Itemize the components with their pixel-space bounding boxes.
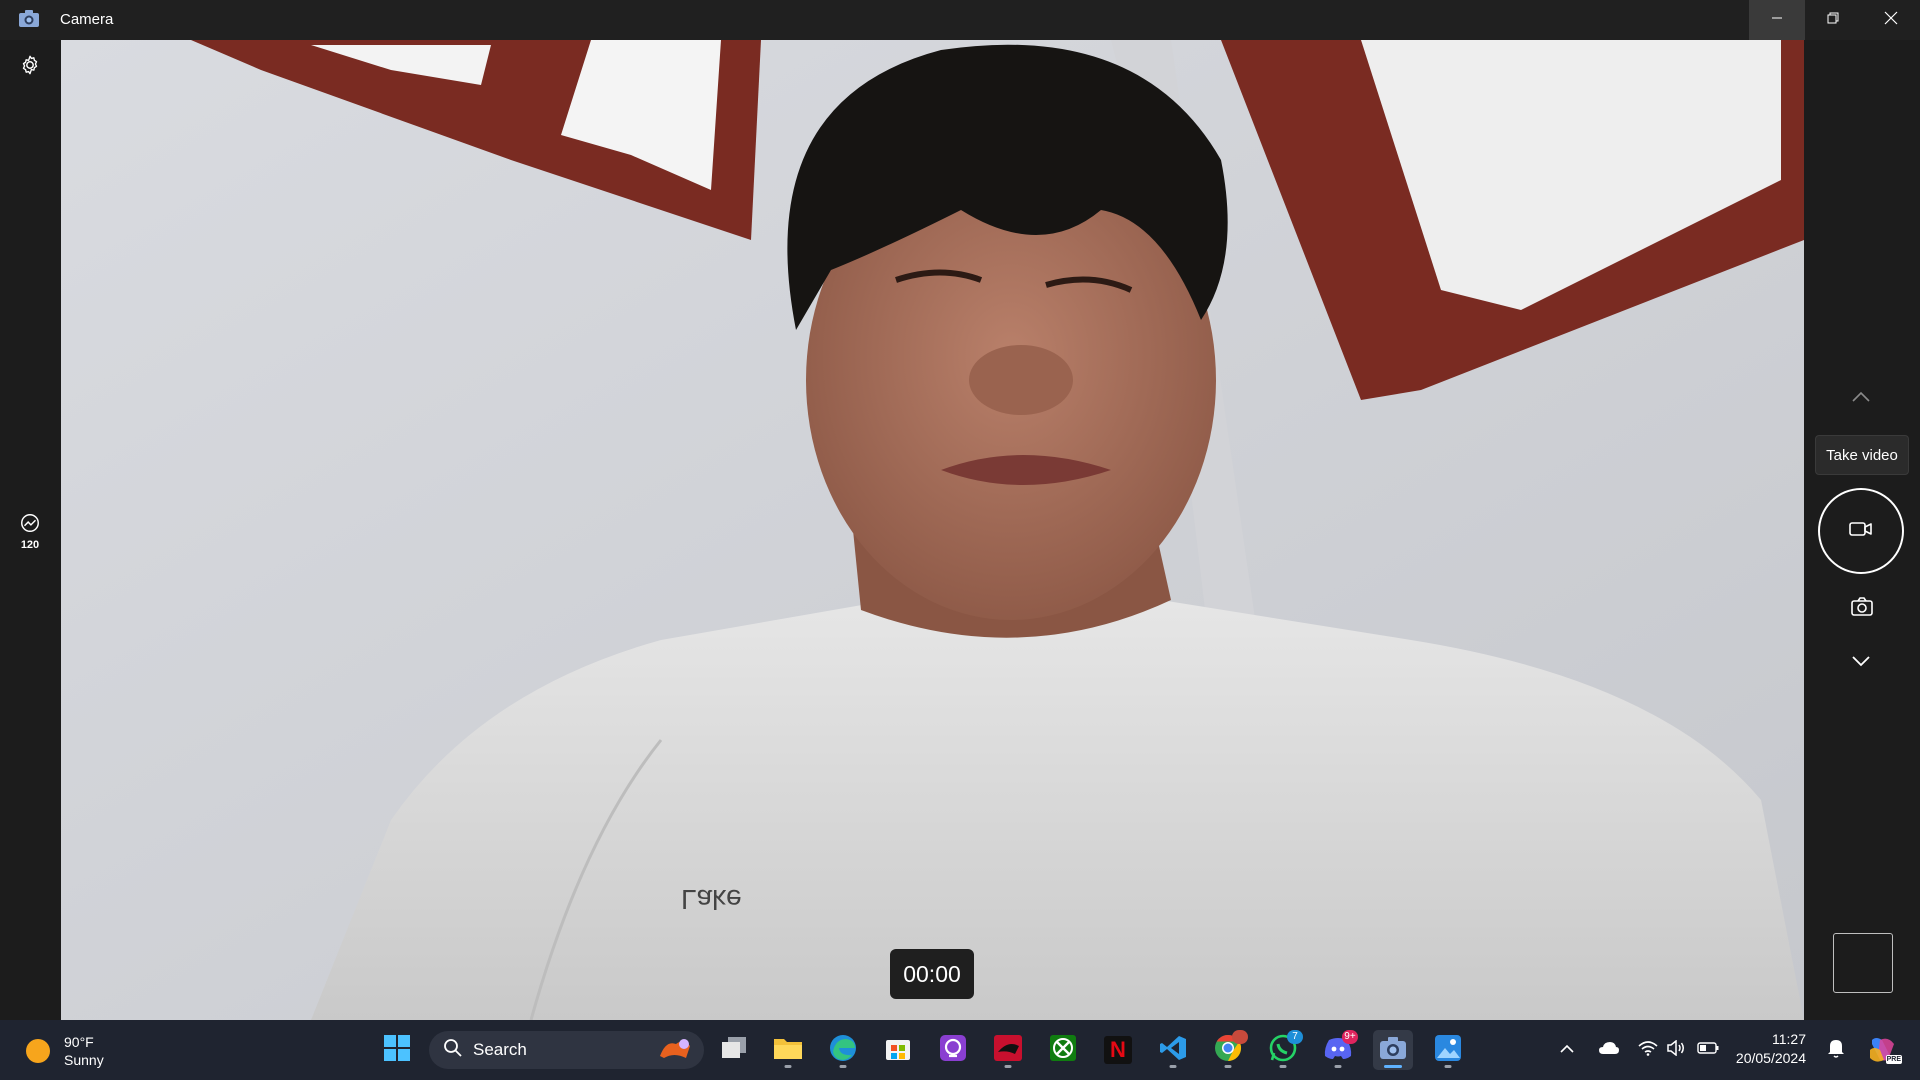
wifi-icon [1638,1040,1658,1061]
sun-icon [26,1039,50,1063]
running-indicator [1444,1065,1452,1068]
volume-icon [1666,1038,1686,1061]
xbox-icon [1049,1034,1077,1067]
game-button[interactable] [988,1030,1028,1070]
notifications-button[interactable] [1822,1035,1850,1065]
file-explorer-button[interactable] [768,1030,808,1070]
edge-button[interactable] [823,1030,863,1070]
video-camera-icon [1849,520,1873,543]
chevron-up-icon [1559,1041,1575,1059]
purple-app-icon [939,1034,967,1067]
netflix-letter: N [1110,1037,1126,1062]
volume-button[interactable] [1662,1035,1690,1065]
running-indicator [839,1065,847,1068]
search-highlight-icon [658,1036,692,1065]
chevron-down-icon [1851,654,1871,672]
last-capture-thumbnail[interactable] [1833,933,1893,993]
restore-button[interactable] [1805,0,1861,40]
edge-icon [828,1033,858,1068]
mode-up-button[interactable] [1846,388,1876,410]
windows-logo-icon [383,1034,411,1067]
camera-preview-image: Lake [61,40,1804,1020]
running-indicator [1004,1065,1012,1068]
clock-time: 11:27 [1772,1031,1806,1047]
copilot-icon: PRE [1866,1036,1902,1064]
title-bar: Camera [0,0,1920,40]
close-button[interactable] [1863,0,1919,40]
camera-app-icon [1379,1036,1407,1065]
wifi-button[interactable] [1634,1035,1662,1065]
gear-icon [19,54,41,81]
battery-button[interactable] [1694,1035,1722,1065]
minimize-button[interactable] [1749,0,1805,40]
chrome-profile-badge [1232,1030,1248,1044]
search-label: Search [473,1040,527,1059]
battery-icon [1697,1041,1719,1059]
running-indicator [784,1065,792,1068]
running-indicator [1279,1065,1287,1068]
clock-button[interactable]: 11:27 20/05/2024 [1730,1030,1806,1068]
camera-viewfinder[interactable]: Lake [61,40,1804,1020]
framerate-label: 120 [20,539,40,551]
taskbar-search[interactable]: Search [429,1031,704,1069]
purple-app-button[interactable] [933,1030,973,1070]
take-video-tooltip: Take video [1815,435,1909,475]
settings-button[interactable] [16,53,44,81]
weather-widget[interactable]: 90°F Sunny [26,1031,104,1071]
running-indicator [1169,1065,1177,1068]
discord-button[interactable]: 9+ [1318,1030,1358,1070]
recording-timer: 00:00 [890,949,974,999]
clock-date: 20/05/2024 [1735,1050,1806,1066]
start-button[interactable] [377,1030,417,1070]
close-icon [1884,11,1898,30]
vscode-button[interactable] [1153,1030,1193,1070]
store-icon [884,1034,912,1067]
weather-condition: Sunny [64,1052,104,1068]
framerate-button[interactable]: 120 [14,512,46,552]
folder-icon [773,1035,803,1066]
bell-icon [1827,1038,1845,1063]
mode-down-button[interactable] [1846,652,1876,674]
task-view-icon [720,1036,748,1065]
whatsapp-badge: 7 [1287,1030,1303,1044]
framerate-icon [19,514,41,538]
running-indicator [1334,1065,1342,1068]
game-icon [993,1034,1023,1067]
chrome-button[interactable] [1208,1030,1248,1070]
vscode-icon [1159,1034,1187,1067]
take-video-button[interactable] [1818,488,1904,574]
discord-badge: 9+ [1342,1030,1358,1044]
window-title: Camera [60,11,114,28]
onedrive-button[interactable] [1594,1035,1624,1065]
whatsapp-button[interactable]: 7 [1263,1030,1303,1070]
camera-icon [1851,596,1873,622]
minimize-icon [1771,11,1783,29]
photos-icon [1434,1034,1462,1067]
camera-app-icon [18,10,40,28]
cloud-icon [1598,1041,1620,1060]
copilot-button[interactable]: PRE [1864,1035,1902,1065]
search-icon [443,1038,463,1063]
tray-overflow-button[interactable] [1552,1035,1582,1065]
camera-taskbar-button[interactable] [1373,1030,1413,1070]
store-button[interactable] [878,1030,918,1070]
xbox-button[interactable] [1043,1030,1083,1070]
netflix-icon: N [1104,1036,1132,1064]
running-indicator [1224,1065,1232,1068]
svg-text:Lake: Lake [681,884,742,915]
netflix-button[interactable]: N [1098,1030,1138,1070]
restore-icon [1827,11,1839,29]
copilot-badge: PRE [1885,1055,1902,1064]
weather-temp: 90°F [64,1034,94,1050]
photo-mode-button[interactable] [1848,596,1876,622]
photos-button[interactable] [1428,1030,1468,1070]
task-view-button[interactable] [714,1030,754,1070]
chevron-up-icon [1851,390,1871,408]
running-indicator [1384,1065,1402,1068]
